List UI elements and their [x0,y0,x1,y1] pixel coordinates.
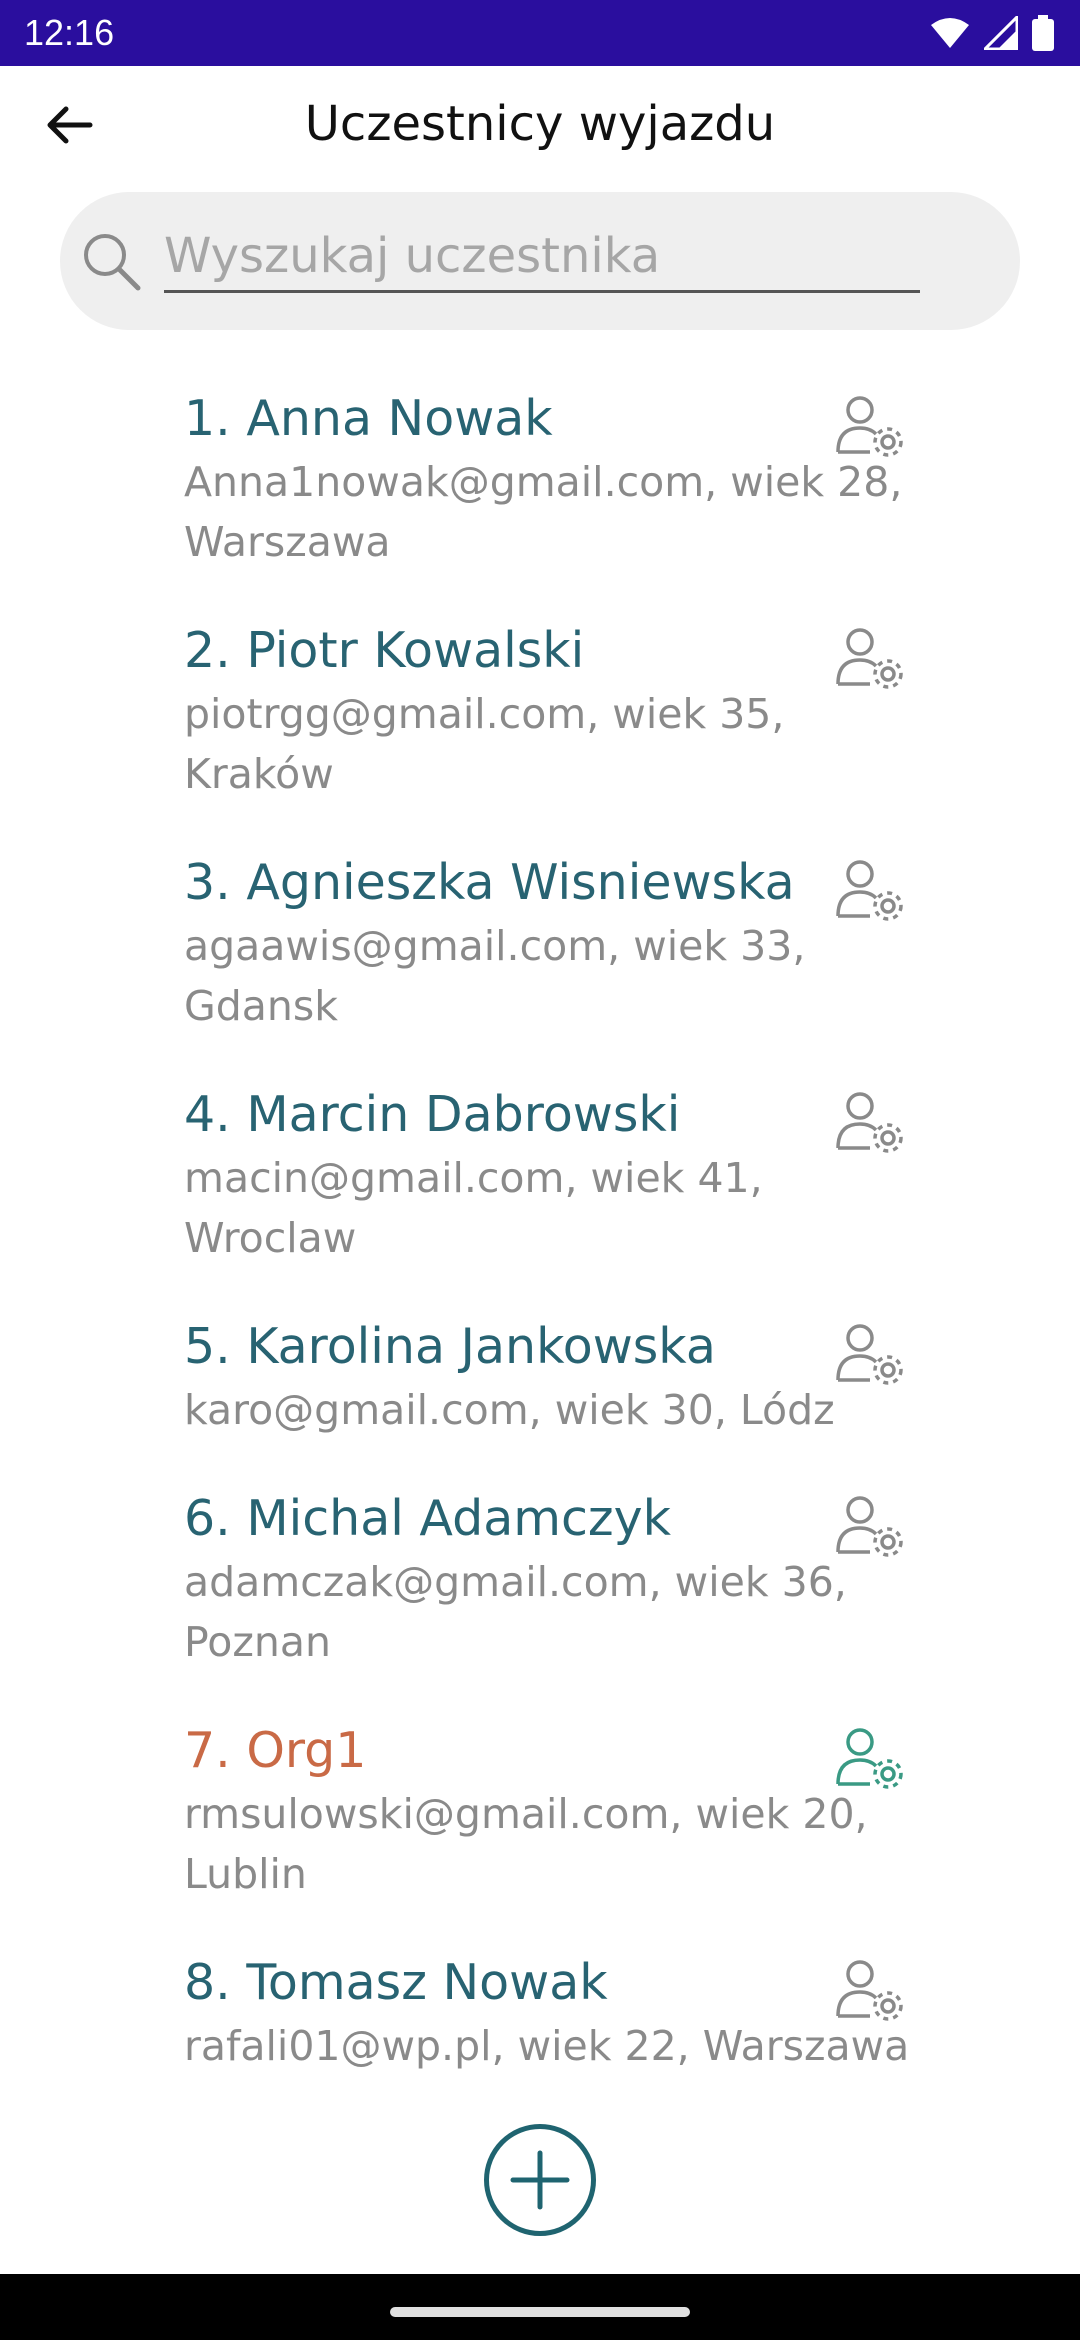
user-settings-icon[interactable] [834,1322,910,1390]
participant-name: 2. Piotr Kowalski [184,622,585,679]
search-input[interactable] [164,222,920,293]
search-icon [84,234,141,291]
user-settings-icon[interactable] [834,1958,910,2026]
wifi-icon [931,18,969,48]
user-settings-icon[interactable] [834,858,910,926]
status-bar: 12:16 [0,0,1080,66]
participant-details: karo@gmail.com, wiek 30, Lódz [184,1386,835,1434]
participant-name: 6. Michal Adamczyk [184,1490,671,1547]
back-button[interactable] [36,92,102,158]
participant-name: 5. Karolina Jankowska [184,1318,716,1375]
participant-item[interactable]: 8. Tomasz Nowak rafali01@wp.pl, wiek 22,… [184,1950,924,2076]
add-participant-button[interactable] [484,2124,596,2236]
status-icons [930,14,1054,52]
signal-icon [984,16,1018,50]
participant-item[interactable]: 1. Anna Nowak Anna1nowak@gmail.com, wiek… [184,386,924,572]
participant-name: 4. Marcin Dabrowski [184,1086,681,1143]
status-time: 12:16 [24,12,115,53]
plus-icon [510,2150,570,2210]
participant-item[interactable]: 3. Agnieszka Wisniewska agaawis@gmail.co… [184,850,924,1036]
user-settings-icon[interactable] [834,1726,910,1794]
participant-details: rmsulowski@gmail.com, wiek 20, Lublin [184,1790,868,1898]
home-indicator[interactable] [390,2307,690,2317]
participant-details: adamczak@gmail.com, wiek 36, Poznan [184,1558,847,1666]
app-bar: Uczestnicy wyjazdu [0,66,1080,178]
search-bar [60,192,1020,330]
participant-details: Anna1nowak@gmail.com, wiek 28, Warszawa [184,458,903,566]
participant-details: macin@gmail.com, wiek 41, Wroclaw [184,1154,763,1262]
participant-details: rafali01@wp.pl, wiek 22, Warszawa [184,2022,910,2070]
participant-item[interactable]: 5. Karolina Jankowska karo@gmail.com, wi… [184,1314,924,1440]
participant-item[interactable]: 2. Piotr Kowalski piotrgg@gmail.com, wie… [184,618,924,804]
user-settings-icon[interactable] [834,1494,910,1562]
battery-icon [1032,15,1054,51]
participant-item-organizer[interactable]: 7. Org1 rmsulowski@gmail.com, wiek 20, L… [184,1718,924,1904]
participant-name: 1. Anna Nowak [184,390,553,447]
participant-name: 8. Tomasz Nowak [184,1954,608,2011]
participant-details: piotrgg@gmail.com, wiek 35, Kraków [184,690,785,798]
participant-name: 7. Org1 [184,1722,367,1779]
participant-item[interactable]: 4. Marcin Dabrowski macin@gmail.com, wie… [184,1082,924,1268]
participant-details: agaawis@gmail.com, wiek 33, Gdansk [184,922,806,1030]
user-settings-icon[interactable] [834,394,910,462]
arrow-left-icon [47,106,93,144]
participant-item[interactable]: 6. Michal Adamczyk adamczak@gmail.com, w… [184,1486,924,1672]
page-title: Uczestnicy wyjazdu [304,96,776,152]
user-settings-icon[interactable] [834,626,910,694]
participant-name: 3. Agnieszka Wisniewska [184,854,795,911]
user-settings-icon[interactable] [834,1090,910,1158]
